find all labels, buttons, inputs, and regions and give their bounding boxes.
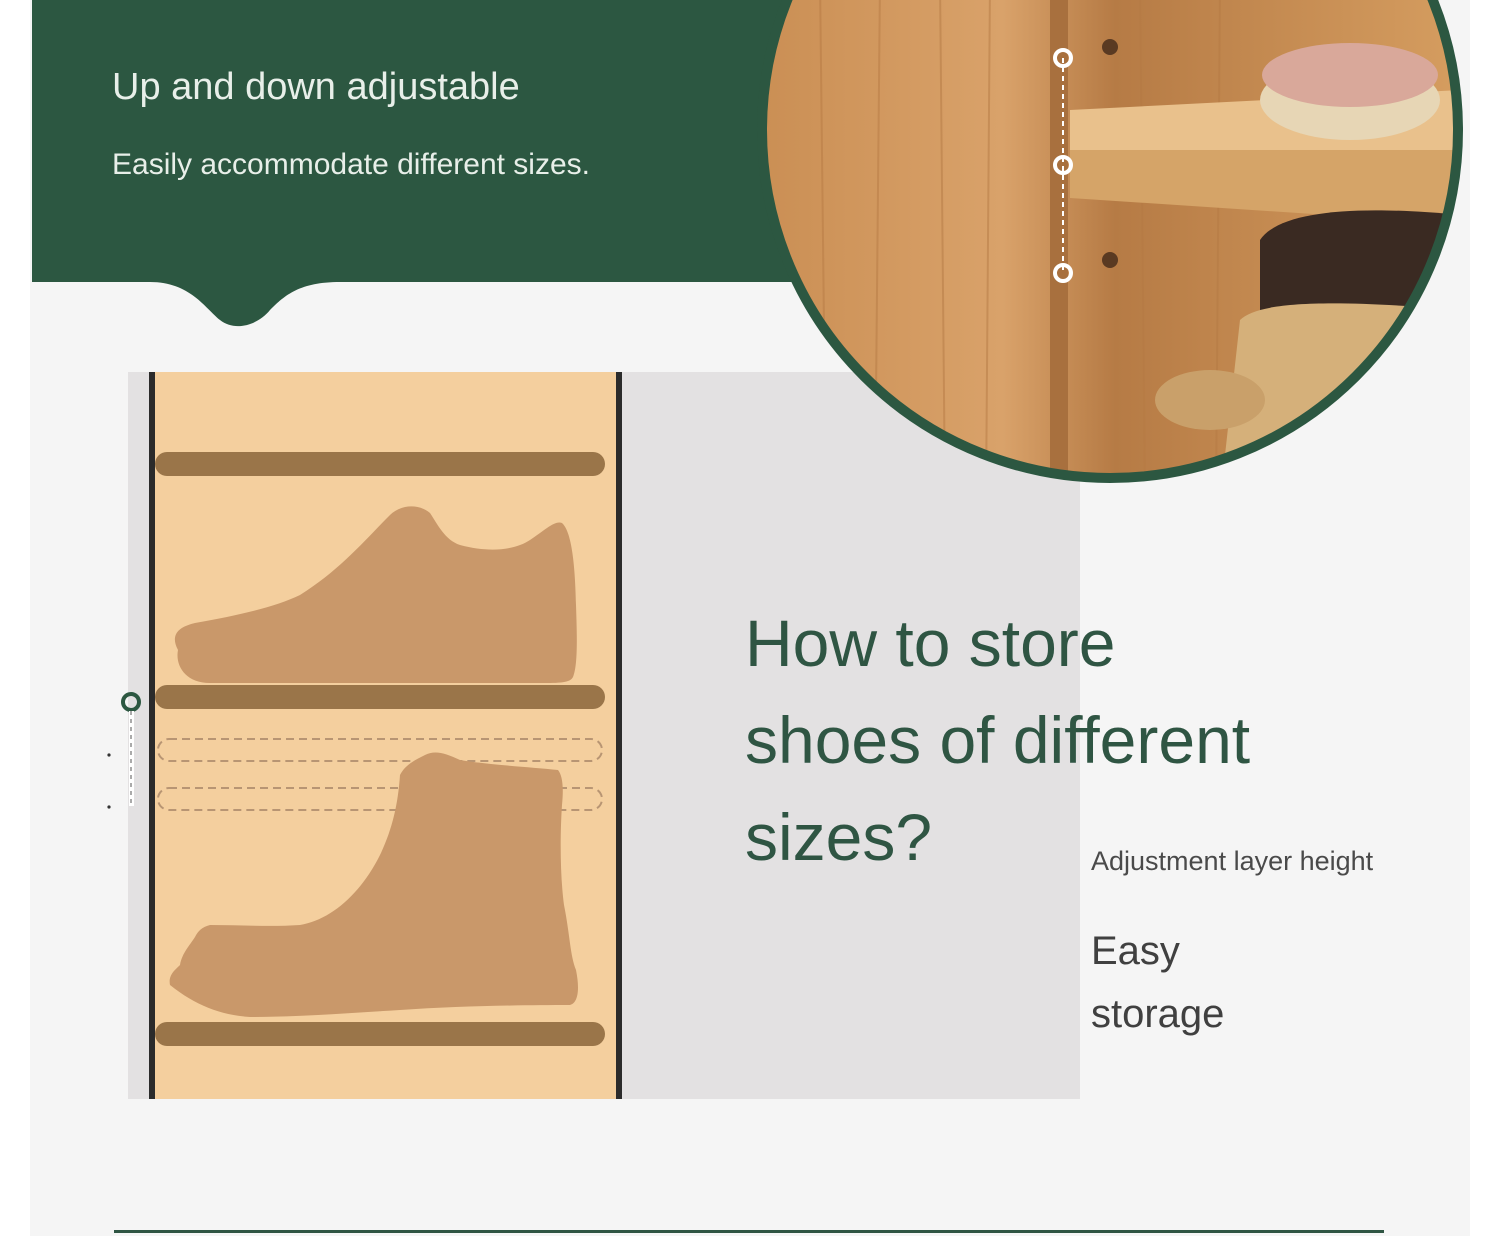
- bottom-divider: [114, 1230, 1384, 1233]
- headline-line: How to store: [745, 606, 1116, 680]
- cabinet-diagram: [107, 372, 622, 1099]
- top-shelf: [155, 452, 605, 476]
- easy-storage-line: Easy: [1091, 929, 1180, 973]
- shelf-detail-photo: [757, 0, 1463, 483]
- bottom-shelf: [155, 1022, 605, 1046]
- shelf-adjust-marker-icon: [107, 692, 141, 809]
- cabinet-right-wall: [616, 372, 622, 1099]
- easy-storage-note: Easy storage: [1091, 920, 1224, 1046]
- headline-line: shoes of different: [745, 703, 1251, 777]
- easy-storage-line: storage: [1091, 992, 1225, 1036]
- adjustment-note: Adjustment layer height: [1091, 846, 1374, 876]
- banner-title: Up and down adjustable: [112, 66, 520, 108]
- banner-subtitle: Easily accommodate different sizes.: [112, 148, 590, 181]
- headline: How to store shoes of different sizes?: [745, 595, 1385, 886]
- cabinet-left-wall: [149, 372, 155, 1099]
- middle-shelf: [155, 685, 605, 709]
